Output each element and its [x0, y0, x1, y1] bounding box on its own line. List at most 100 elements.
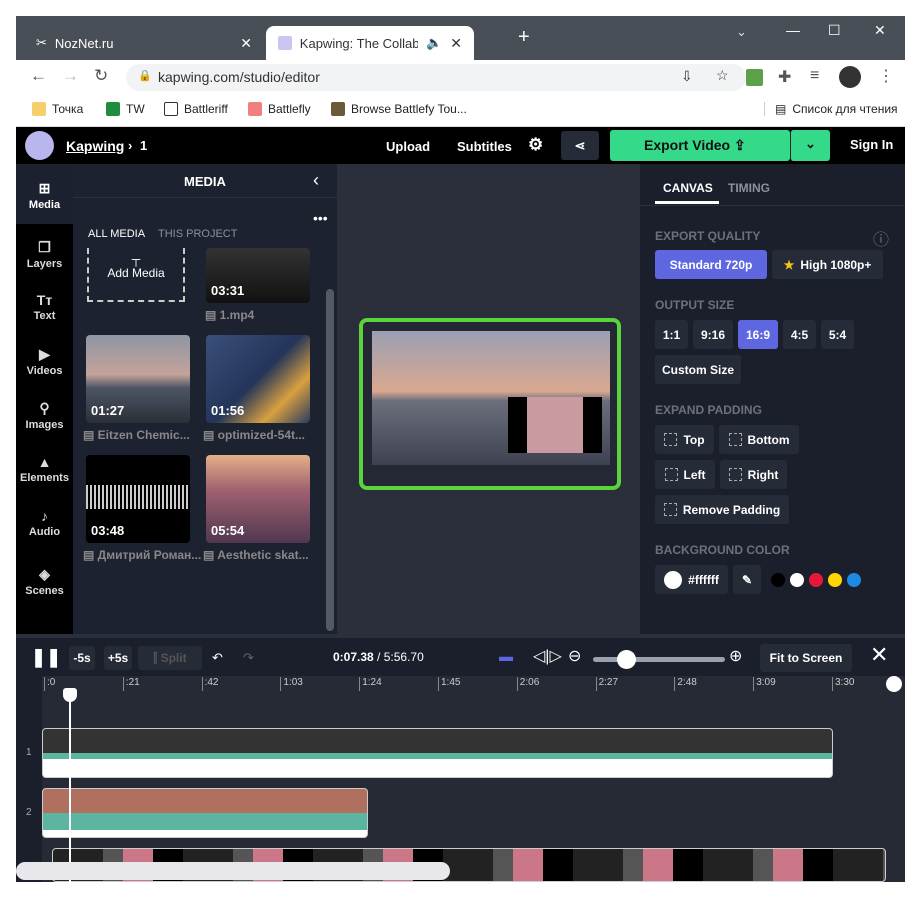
settings-gear-icon[interactable]: ⚙: [528, 135, 543, 155]
bookmark-battlefly[interactable]: Battlefly: [248, 102, 311, 116]
redo-icon[interactable]: ↷: [243, 650, 254, 666]
tab-kapwing[interactable]: Kapwing: The Collaborative C🔈✕: [266, 26, 474, 60]
menu-icon[interactable]: ⋮: [878, 66, 894, 86]
media-control-icon[interactable]: ≡: [810, 67, 819, 85]
timeline-end-handle[interactable]: [886, 676, 902, 692]
swatch-yellow[interactable]: [828, 573, 842, 587]
tab-this-project[interactable]: THIS PROJECT: [158, 228, 237, 240]
track-1-clip[interactable]: [42, 728, 833, 778]
sidebar-item-images[interactable]: ⚲ Images: [16, 400, 73, 431]
more-options-icon[interactable]: •••: [313, 210, 328, 226]
sidebar-item-text[interactable]: Tт Text: [16, 292, 73, 322]
undo-icon[interactable]: ↶: [212, 650, 223, 666]
export-video-button[interactable]: Export Video ⇪: [610, 130, 790, 161]
music-extension-icon[interactable]: [746, 69, 763, 86]
back-icon[interactable]: ←: [30, 66, 47, 86]
sidebar-item-scenes[interactable]: ◈ Scenes: [16, 566, 73, 597]
size-5-4-button[interactable]: 5:4: [821, 320, 854, 349]
sign-in-button[interactable]: Sign In: [850, 137, 893, 152]
snap-icon[interactable]: ▬: [499, 648, 513, 664]
help-icon[interactable]: ⓘ: [873, 226, 889, 250]
custom-size-button[interactable]: Custom Size: [655, 355, 741, 384]
tab-search-icon[interactable]: ⌄: [736, 24, 747, 40]
maximize-button[interactable]: ☐: [828, 22, 841, 39]
swatch-red[interactable]: [809, 573, 823, 587]
tab-all-media[interactable]: ALL MEDIA: [88, 228, 145, 240]
sidebar-item-media[interactable]: ⊞ Media: [16, 164, 73, 224]
media-item[interactable]: 03:31: [206, 248, 310, 303]
sidebar-item-elements[interactable]: ▲ Elements: [16, 454, 73, 484]
horizontal-scrollbar[interactable]: [16, 862, 450, 880]
split-view-icon[interactable]: ◁|▷: [533, 646, 562, 666]
pad-bottom-button[interactable]: Bottom: [719, 425, 799, 454]
playhead[interactable]: [63, 688, 77, 882]
speaker-icon[interactable]: 🔈: [426, 35, 442, 51]
upload-button[interactable]: Upload: [386, 139, 430, 154]
zoom-slider[interactable]: [593, 650, 725, 669]
swatch-black[interactable]: [771, 573, 785, 587]
media-item[interactable]: 01:27: [86, 335, 190, 423]
size-4-5-button[interactable]: 4:5: [783, 320, 816, 349]
swatch-blue[interactable]: [847, 573, 861, 587]
forward-icon[interactable]: →: [62, 66, 79, 86]
project-name[interactable]: 1: [140, 138, 147, 153]
size-9-16-button[interactable]: 9:16: [693, 320, 733, 349]
forward-5s-button[interactable]: +5s: [104, 646, 132, 670]
close-tab-icon[interactable]: ✕: [240, 35, 252, 52]
high-1080p-button[interactable]: ★ High 1080p+: [772, 250, 883, 279]
pad-top-button[interactable]: Top: [655, 425, 714, 454]
kapwing-logo[interactable]: [25, 131, 54, 160]
playhead-handle[interactable]: [63, 688, 77, 702]
standard-720p-button[interactable]: Standard 720p: [655, 250, 767, 279]
tab-noznet[interactable]: ✂ NozNet.ru ✕: [24, 26, 264, 60]
eyedropper-icon[interactable]: ✎: [733, 565, 761, 594]
tab-canvas[interactable]: CANVAS: [663, 181, 713, 195]
media-item[interactable]: 03:48: [86, 455, 190, 543]
media-item[interactable]: 01:56: [206, 335, 310, 423]
extensions-icon[interactable]: ✚: [778, 67, 791, 87]
bg-color-picker[interactable]: #ffffff: [655, 565, 728, 594]
pause-icon[interactable]: ❚❚: [31, 647, 61, 668]
fit-to-screen-button[interactable]: Fit to Screen: [760, 644, 852, 672]
size-16-9-button[interactable]: 16:9: [738, 320, 778, 349]
share-button[interactable]: ⋖: [561, 131, 599, 160]
swatch-white[interactable]: [790, 573, 804, 587]
close-tab-icon[interactable]: ✕: [450, 35, 462, 52]
collapse-chevron-icon[interactable]: ‹: [313, 170, 319, 191]
pad-right-button[interactable]: Right: [720, 460, 787, 489]
tab-timing[interactable]: TIMING: [728, 181, 770, 195]
star-icon[interactable]: ☆: [716, 67, 729, 84]
zoom-out-icon[interactable]: ⊖: [568, 646, 581, 666]
split-button[interactable]: ⫿ Split: [138, 646, 202, 670]
brand-link[interactable]: Kapwing: [66, 138, 124, 154]
media-item[interactable]: 05:54: [206, 455, 310, 543]
sidebar-item-layers[interactable]: ❐ Layers: [16, 239, 73, 270]
profile-avatar[interactable]: [839, 66, 861, 88]
reload-icon[interactable]: ↻: [94, 66, 108, 86]
bookmark-battlefy[interactable]: Browse Battlefy Tou...: [331, 102, 467, 116]
overlay-clip[interactable]: [508, 397, 602, 453]
back-5s-button[interactable]: -5s: [69, 646, 95, 670]
bookmark-battleriff[interactable]: Battleriff: [164, 102, 228, 116]
pad-left-button[interactable]: Left: [655, 460, 715, 489]
install-icon[interactable]: ⇩: [681, 68, 693, 85]
close-window-button[interactable]: ✕: [874, 22, 886, 39]
video-preview[interactable]: [359, 318, 621, 490]
export-dropdown-button[interactable]: ⌄: [790, 130, 830, 161]
size-1-1-button[interactable]: 1:1: [655, 320, 688, 349]
zoom-in-icon[interactable]: ⊕: [729, 646, 742, 666]
sidebar-item-videos[interactable]: ▶ Videos: [16, 346, 73, 377]
zoom-slider-knob[interactable]: [617, 650, 636, 669]
url-input[interactable]: 🔒 kapwing.com/studio/editor ⇩ ☆: [126, 64, 746, 91]
bookmark-tw[interactable]: TW: [106, 102, 145, 116]
subtitles-button[interactable]: Subtitles: [457, 139, 512, 154]
close-timeline-icon[interactable]: ✕: [870, 642, 888, 668]
remove-padding-button[interactable]: Remove Padding: [655, 495, 789, 524]
add-media-button[interactable]: ┬ Add Media: [87, 248, 185, 302]
reading-list[interactable]: ▤ Список для чтения: [764, 102, 898, 116]
sidebar-item-audio[interactable]: ♪ Audio: [16, 508, 73, 538]
bookmark-tochka[interactable]: Точка: [32, 102, 83, 116]
media-scrollbar[interactable]: [326, 289, 334, 631]
new-tab-button[interactable]: +: [518, 26, 530, 49]
resize-handle[interactable]: [16, 634, 905, 638]
